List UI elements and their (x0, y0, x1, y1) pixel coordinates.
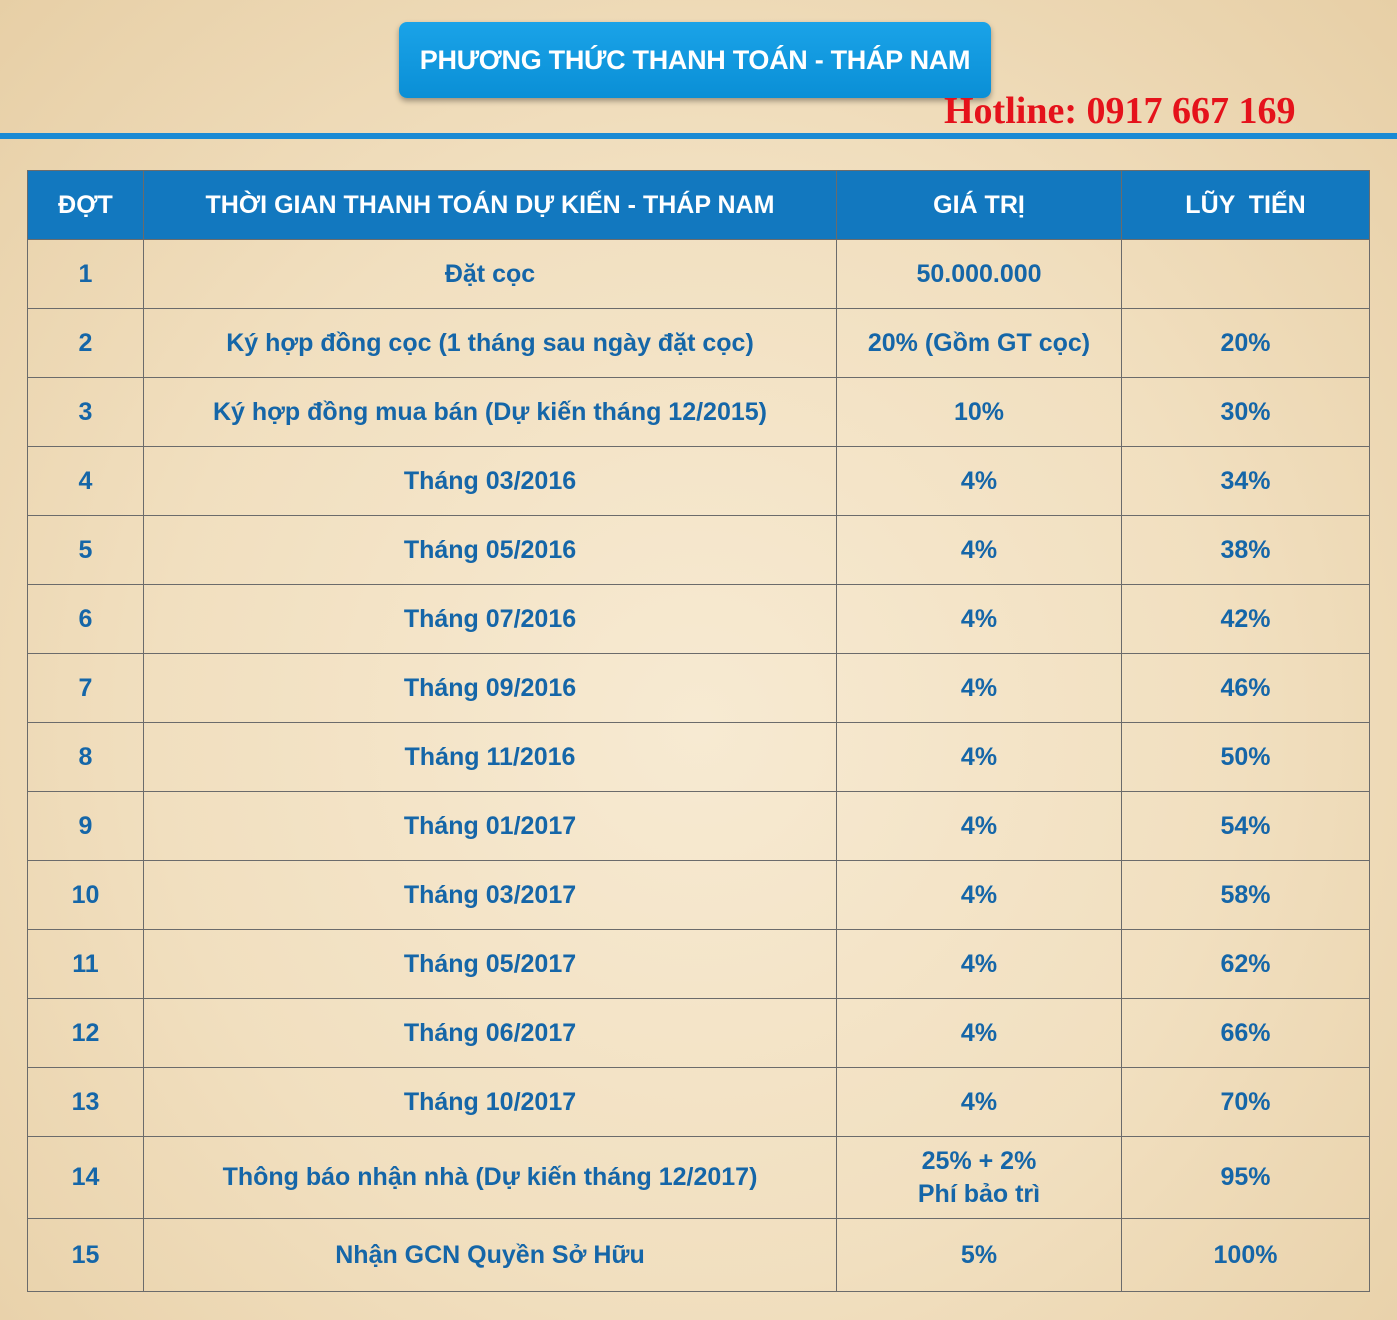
title-badge: PHƯƠNG THỨC THANH TOÁN - THÁP NAM (399, 22, 991, 98)
cumulative-cell (1121, 239, 1370, 309)
installment-cell: 15 (27, 1218, 144, 1292)
cumulative-cell: 66% (1121, 998, 1370, 1068)
payment-time-cell: Tháng 05/2016 (143, 515, 837, 585)
value-cell: 4% (836, 1067, 1122, 1137)
cumulative-cell: 20% (1121, 308, 1370, 378)
payment-time-cell: Tháng 09/2016 (143, 653, 837, 723)
value-cell: 4% (836, 584, 1122, 654)
value-cell: 4% (836, 791, 1122, 861)
cumulative-cell: 62% (1121, 929, 1370, 999)
payment-time-cell: Đặt cọc (143, 239, 837, 309)
table-row: 6 Tháng 07/2016 4% 42% (27, 584, 1370, 654)
page-title: PHƯƠNG THỨC THANH TOÁN - THÁP NAM (419, 44, 971, 75)
cumulative-cell: 54% (1121, 791, 1370, 861)
installment-cell: 13 (27, 1067, 144, 1137)
installment-cell: 4 (27, 446, 144, 516)
table-row: 9 Tháng 01/2017 4% 54% (27, 791, 1370, 861)
cumulative-cell: 100% (1121, 1218, 1370, 1292)
column-header-installment: ĐỢT (27, 170, 144, 240)
table-row: 3 Ký hợp đồng mua bán (Dự kiến tháng 12/2… (27, 377, 1370, 447)
installment-cell: 14 (27, 1136, 144, 1219)
table-row: 5 Tháng 05/2016 4% 38% (27, 515, 1370, 585)
hotline-text: Hotline: 0917 667 169 (944, 90, 1296, 132)
payment-time-cell: Tháng 06/2017 (143, 998, 837, 1068)
cumulative-cell: 58% (1121, 860, 1370, 930)
column-header-cumulative: LŨY TIẾN (1121, 170, 1370, 240)
value-cell: 4% (836, 653, 1122, 723)
cumulative-cell: 30% (1121, 377, 1370, 447)
table-row: 13 Tháng 10/2017 4% 70% (27, 1067, 1370, 1137)
value-cell: 4% (836, 515, 1122, 585)
cumulative-cell: 70% (1121, 1067, 1370, 1137)
value-cell: 50.000.000 (836, 239, 1122, 309)
cumulative-cell: 46% (1121, 653, 1370, 723)
table-row: 15 Nhận GCN Quyền Sở Hữu 5% 100% (27, 1218, 1370, 1292)
cumulative-cell: 50% (1121, 722, 1370, 792)
installment-cell: 11 (27, 929, 144, 999)
payment-time-cell: Ký hợp đồng mua bán (Dự kiến tháng 12/20… (143, 377, 837, 447)
payment-time-cell: Tháng 07/2016 (143, 584, 837, 654)
table-row: 14 Thông báo nhận nhà (Dự kiến tháng 12/2… (27, 1136, 1370, 1219)
installment-cell: 3 (27, 377, 144, 447)
value-cell: 25% + 2% Phí bảo trì (836, 1136, 1122, 1219)
value-cell: 4% (836, 722, 1122, 792)
installment-cell: 1 (27, 239, 144, 309)
payment-time-cell: Ký hợp đồng cọc (1 tháng sau ngày đặt cọ… (143, 308, 837, 378)
cumulative-cell: 42% (1121, 584, 1370, 654)
installment-cell: 6 (27, 584, 144, 654)
value-cell: 20% (Gồm GT cọc) (836, 308, 1122, 378)
table-row: 11 Tháng 05/2017 4% 62% (27, 929, 1370, 999)
table-header-row: ĐỢT THỜI GIAN THANH TOÁN DỰ KIẾN - THÁP … (27, 170, 1370, 240)
table-row: 8 Tháng 11/2016 4% 50% (27, 722, 1370, 792)
cumulative-cell: 38% (1121, 515, 1370, 585)
installment-cell: 9 (27, 791, 144, 861)
cumulative-cell: 95% (1121, 1136, 1370, 1219)
payment-time-cell: Tháng 11/2016 (143, 722, 837, 792)
column-header-value: GIÁ TRỊ (836, 170, 1122, 240)
cumulative-cell: 34% (1121, 446, 1370, 516)
installment-cell: 8 (27, 722, 144, 792)
payment-time-cell: Tháng 05/2017 (143, 929, 837, 999)
table-row: 12 Tháng 06/2017 4% 66% (27, 998, 1370, 1068)
payment-time-cell: Tháng 01/2017 (143, 791, 837, 861)
value-cell: 4% (836, 929, 1122, 999)
payment-time-cell: Thông báo nhận nhà (Dự kiến tháng 12/201… (143, 1136, 837, 1219)
header-divider (0, 133, 1397, 139)
payment-time-cell: Tháng 10/2017 (143, 1067, 837, 1137)
payment-time-cell: Nhận GCN Quyền Sở Hữu (143, 1218, 837, 1292)
installment-cell: 12 (27, 998, 144, 1068)
installment-cell: 2 (27, 308, 144, 378)
table-row: 4 Tháng 03/2016 4% 34% (27, 446, 1370, 516)
installment-cell: 10 (27, 860, 144, 930)
installment-cell: 7 (27, 653, 144, 723)
table-body: 1 Đặt cọc 50.000.000 2 Ký hợp đồng cọc (1 th… (27, 239, 1370, 1292)
table-row: 1 Đặt cọc 50.000.000 (27, 239, 1370, 309)
payment-time-cell: Tháng 03/2016 (143, 446, 837, 516)
table-row: 2 Ký hợp đồng cọc (1 tháng sau ngày đặt c… (27, 308, 1370, 378)
payment-time-cell: Tháng 03/2017 (143, 860, 837, 930)
value-cell: 10% (836, 377, 1122, 447)
value-cell: 4% (836, 446, 1122, 516)
column-header-payment-time: THỜI GIAN THANH TOÁN DỰ KIẾN - THÁP NAM (143, 170, 837, 240)
payment-schedule-table: ĐỢT THỜI GIAN THANH TOÁN DỰ KIẾN - THÁP … (27, 170, 1370, 1292)
table-row: 10 Tháng 03/2017 4% 58% (27, 860, 1370, 930)
value-cell: 4% (836, 998, 1122, 1068)
installment-cell: 5 (27, 515, 144, 585)
table-row: 7 Tháng 09/2016 4% 46% (27, 653, 1370, 723)
value-cell: 4% (836, 860, 1122, 930)
value-cell: 5% (836, 1218, 1122, 1292)
